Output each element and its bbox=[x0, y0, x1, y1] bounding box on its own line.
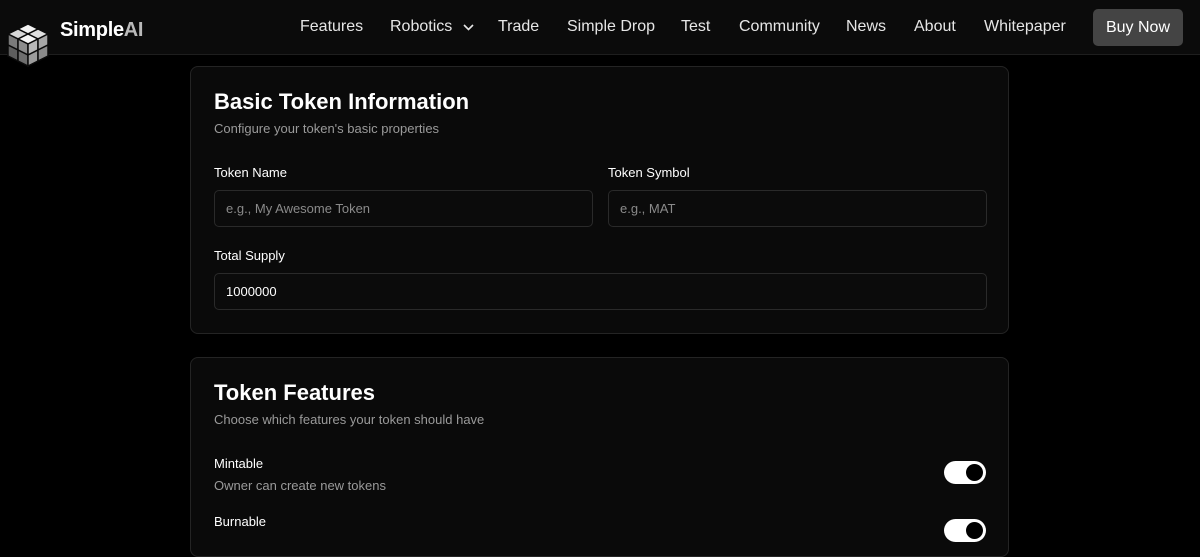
total-supply-input[interactable] bbox=[214, 273, 987, 310]
feature-mintable-name: Mintable bbox=[214, 456, 264, 471]
token-symbol-input[interactable] bbox=[608, 190, 987, 227]
basic-info-title: Basic Token Information bbox=[214, 89, 470, 114]
features-subtitle: Choose which features your token should … bbox=[214, 412, 485, 427]
burnable-toggle[interactable] bbox=[944, 519, 986, 542]
brand-accent: AI bbox=[123, 19, 144, 41]
nav-robotics-label: Robotics bbox=[390, 18, 453, 36]
nav-robotics[interactable]: Robotics bbox=[390, 18, 474, 36]
nav-community[interactable]: Community bbox=[739, 18, 820, 36]
nav-features[interactable]: Features bbox=[300, 18, 363, 36]
toggle-knob bbox=[966, 464, 983, 481]
total-supply-label: Total Supply bbox=[214, 248, 285, 263]
nav-whitepaper[interactable]: Whitepaper bbox=[984, 18, 1066, 36]
brand-name[interactable]: SimpleAI bbox=[60, 19, 143, 42]
nav-news[interactable]: News bbox=[846, 18, 886, 36]
nav-test[interactable]: Test bbox=[681, 18, 710, 36]
features-title: Token Features bbox=[214, 380, 375, 405]
toggle-knob bbox=[966, 522, 983, 539]
cube-logo-icon[interactable] bbox=[2, 4, 54, 68]
feature-burnable-name: Burnable bbox=[214, 514, 267, 529]
mintable-toggle[interactable] bbox=[944, 461, 986, 484]
basic-info-subtitle: Configure your token's basic properties bbox=[214, 121, 440, 136]
nav-about[interactable]: About bbox=[914, 18, 956, 36]
chevron-down-icon bbox=[463, 18, 474, 36]
feature-mintable-description: Owner can create new tokens bbox=[214, 478, 386, 493]
token-name-label: Token Name bbox=[214, 165, 287, 180]
nav-simple-drop[interactable]: Simple Drop bbox=[567, 18, 655, 36]
buy-now-button[interactable]: Buy Now bbox=[1093, 9, 1183, 46]
basic-token-info-card: Basic Token Information Configure your t… bbox=[190, 66, 1009, 334]
nav-trade[interactable]: Trade bbox=[498, 18, 539, 36]
token-symbol-label: Token Symbol bbox=[608, 165, 690, 180]
token-features-card: Token Features Choose which features you… bbox=[190, 357, 1009, 557]
brand-main: Simple bbox=[60, 19, 124, 41]
token-name-input[interactable] bbox=[214, 190, 593, 227]
top-navbar: SimpleAI Features Robotics Trade Simple … bbox=[0, 0, 1200, 68]
